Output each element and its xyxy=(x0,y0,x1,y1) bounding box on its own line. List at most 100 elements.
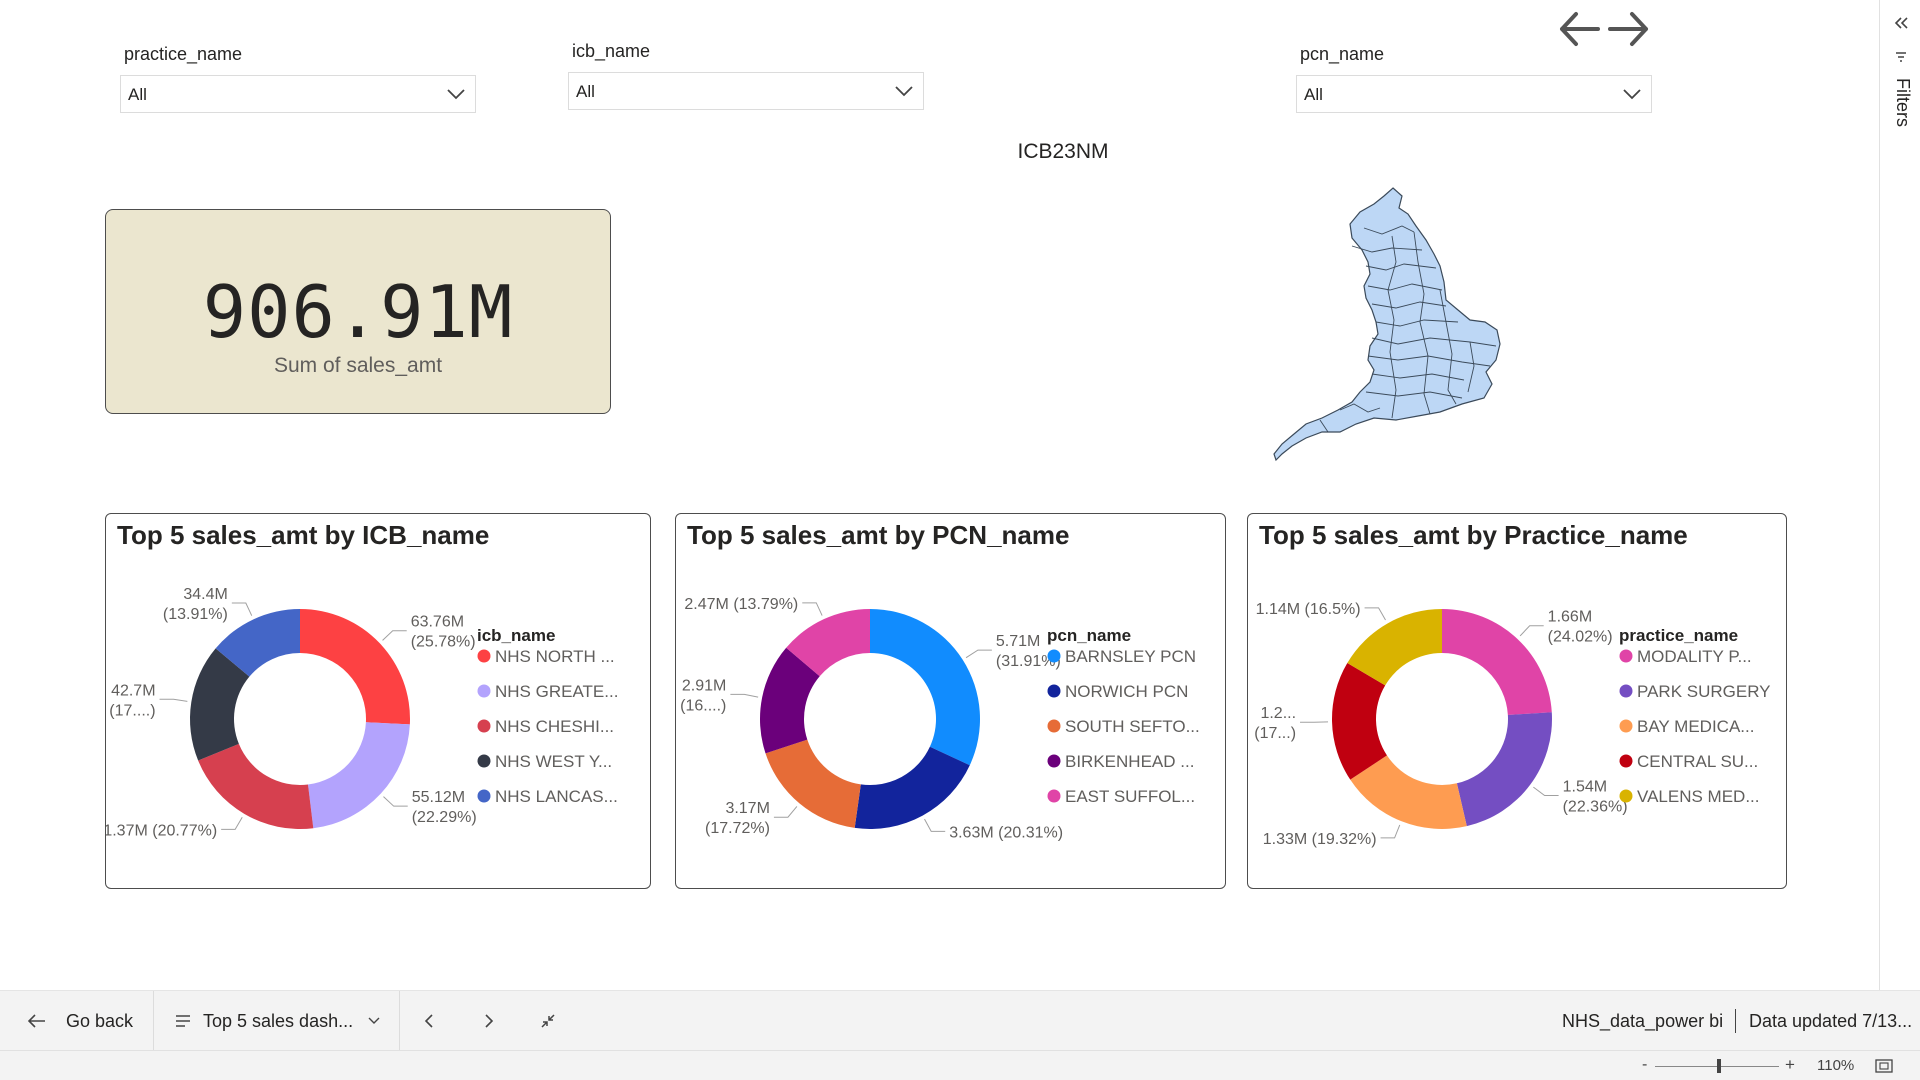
legend-item[interactable]: EAST SUFFOL... xyxy=(1065,787,1195,806)
data-label: 5.71M xyxy=(996,633,1040,650)
data-label: 1.2... xyxy=(1260,705,1296,722)
data-label: (22.36%) xyxy=(1563,799,1628,816)
data-label: 2.91M xyxy=(682,677,726,694)
legend-item[interactable]: BIRKENHEAD ... xyxy=(1065,752,1194,771)
pcn-name-slicer-label: pcn_name xyxy=(1300,44,1385,64)
data-label: 51.37M (20.77%) xyxy=(106,822,217,839)
legend-title: practice_name xyxy=(1619,626,1738,645)
data-label: (17....) xyxy=(109,702,155,719)
filters-pane-label[interactable]: Filters xyxy=(1892,78,1913,127)
legend-marker xyxy=(1047,754,1061,768)
legend-title: icb_name xyxy=(477,626,555,645)
legend-item[interactable]: NHS GREATE... xyxy=(495,682,618,701)
legend-marker xyxy=(1047,684,1061,698)
previous-page-button[interactable] xyxy=(424,991,454,1051)
filter-icon xyxy=(1896,52,1906,62)
donut-slice[interactable] xyxy=(198,743,314,829)
data-label: (13.91%) xyxy=(163,606,228,623)
legend-item[interactable]: BAY MEDICA... xyxy=(1637,717,1754,736)
england-icb-map[interactable] xyxy=(1265,180,1515,470)
donut-slice[interactable] xyxy=(1442,609,1552,715)
data-label: 1.14M (16.5%) xyxy=(1256,601,1361,618)
legend-title: pcn_name xyxy=(1047,626,1131,645)
data-label-leader xyxy=(965,649,992,659)
data-label: 1.66M xyxy=(1548,609,1592,626)
data-label-leader xyxy=(159,698,188,702)
data-label: 3.17M xyxy=(725,800,769,817)
donut-chart-icb[interactable]: 63.76M (25.78%) 55.12M (22.29%) 51.37M (20.7… xyxy=(106,514,652,890)
footer-divider xyxy=(1735,1009,1736,1033)
legend-item[interactable]: NHS LANCAS... xyxy=(495,787,618,806)
legend-item[interactable]: NORWICH PCN xyxy=(1065,682,1188,701)
data-label: 3.63M (20.31%) xyxy=(949,824,1063,841)
chevron-down-icon xyxy=(1623,89,1641,100)
legend-item[interactable]: MODALITY P... xyxy=(1637,647,1752,666)
legend-marker xyxy=(1619,719,1633,733)
kpi-card-sales-total[interactable]: 906.91M Sum of sales_amt xyxy=(105,209,611,414)
legend-marker xyxy=(1047,789,1061,803)
collapse-icon xyxy=(541,1014,555,1028)
zoom-level: 110% xyxy=(1817,1057,1855,1074)
donut-slice[interactable] xyxy=(765,739,861,828)
go-back-label: Go back xyxy=(66,1010,134,1031)
legend-marker xyxy=(1619,754,1633,768)
chevron-left-icon xyxy=(424,1014,433,1028)
data-label-leader xyxy=(1364,607,1386,621)
zoom-slider-thumb[interactable] xyxy=(1717,1059,1721,1073)
data-label-leader xyxy=(730,693,759,698)
kpi-value: 906.91M xyxy=(202,270,514,354)
donut-slice[interactable] xyxy=(1456,712,1552,827)
legend-item[interactable]: VALENS MED... xyxy=(1637,787,1760,806)
icb-name-dropdown[interactable]: All xyxy=(568,72,924,110)
arrow-left-icon xyxy=(28,1014,45,1028)
practice-name-dropdown[interactable]: All xyxy=(120,75,476,113)
legend-marker xyxy=(477,789,491,803)
data-label: 2.47M (13.79%) xyxy=(684,596,798,613)
data-label: (16....) xyxy=(680,697,726,714)
pcn-name-dropdown-value: All xyxy=(1304,85,1323,104)
legend-marker xyxy=(477,754,491,768)
chevron-down-icon xyxy=(447,89,465,100)
data-label-leader xyxy=(773,806,798,818)
donut-slice[interactable] xyxy=(307,722,410,829)
legend-item[interactable]: SOUTH SEFTO... xyxy=(1065,717,1200,736)
collapse-pane-icon[interactable] xyxy=(1893,16,1909,30)
legend-item[interactable]: BARNSLEY PCN xyxy=(1065,647,1196,666)
fit-to-page-icon[interactable] xyxy=(1875,1059,1893,1073)
chart-card-pcn[interactable]: Top 5 sales_amt by PCN_name 5.71M (31.91%… xyxy=(675,513,1226,889)
chart-card-icb[interactable]: Top 5 sales_amt by ICB_name 63.76M (25.78… xyxy=(105,513,651,889)
expand-arrows-icon[interactable] xyxy=(1558,6,1650,52)
donut-slice[interactable] xyxy=(300,609,410,725)
donut-slice[interactable] xyxy=(870,609,980,766)
zoom-in-button[interactable]: + xyxy=(1785,1055,1795,1075)
go-back-button[interactable]: Go back xyxy=(28,991,150,1051)
next-page-button[interactable] xyxy=(484,991,514,1051)
zoom-out-button[interactable]: - xyxy=(1642,1056,1647,1074)
donut-chart-pcn[interactable]: 5.71M(31.91%)3.63M (20.31%)3.17M(17.72%)… xyxy=(676,514,1227,890)
data-label-leader xyxy=(382,630,407,641)
practice-name-dropdown-value: All xyxy=(128,85,147,104)
data-label-leader xyxy=(221,817,243,830)
data-label-leader xyxy=(1380,824,1401,839)
legend-item[interactable]: NHS NORTH ... xyxy=(495,647,615,666)
data-label: (22.29%) xyxy=(412,809,477,826)
data-label-leader xyxy=(1533,786,1559,797)
page-selector[interactable]: Top 5 sales dash... xyxy=(175,991,380,1051)
chevron-down-icon xyxy=(368,1017,380,1024)
data-updated-text: Data updated 7/13... xyxy=(1749,1010,1913,1031)
legend-item[interactable]: PARK SURGERY xyxy=(1637,682,1771,701)
data-label: 34.4M xyxy=(183,586,227,603)
data-label-leader xyxy=(924,818,946,832)
filters-pane[interactable] xyxy=(1879,0,1920,990)
donut-slice[interactable] xyxy=(854,746,970,829)
legend-item[interactable]: NHS CHESHI... xyxy=(495,717,614,736)
chart-card-practice[interactable]: Top 5 sales_amt by Practice_name 1.66M (2… xyxy=(1247,513,1787,889)
data-label: 63.76M xyxy=(411,614,464,631)
legend-marker xyxy=(1047,719,1061,733)
exit-full-screen-button[interactable] xyxy=(540,991,570,1051)
legend-item[interactable]: NHS WEST Y... xyxy=(495,752,612,771)
pcn-name-dropdown[interactable]: All xyxy=(1296,75,1652,113)
legend-item[interactable]: CENTRAL SU... xyxy=(1637,752,1758,771)
donut-chart-practice[interactable]: 1.66M (24.02%) 1.54M (22.36%) 1.33M (19.32%)… xyxy=(1248,514,1788,890)
data-label-leader xyxy=(383,796,408,807)
